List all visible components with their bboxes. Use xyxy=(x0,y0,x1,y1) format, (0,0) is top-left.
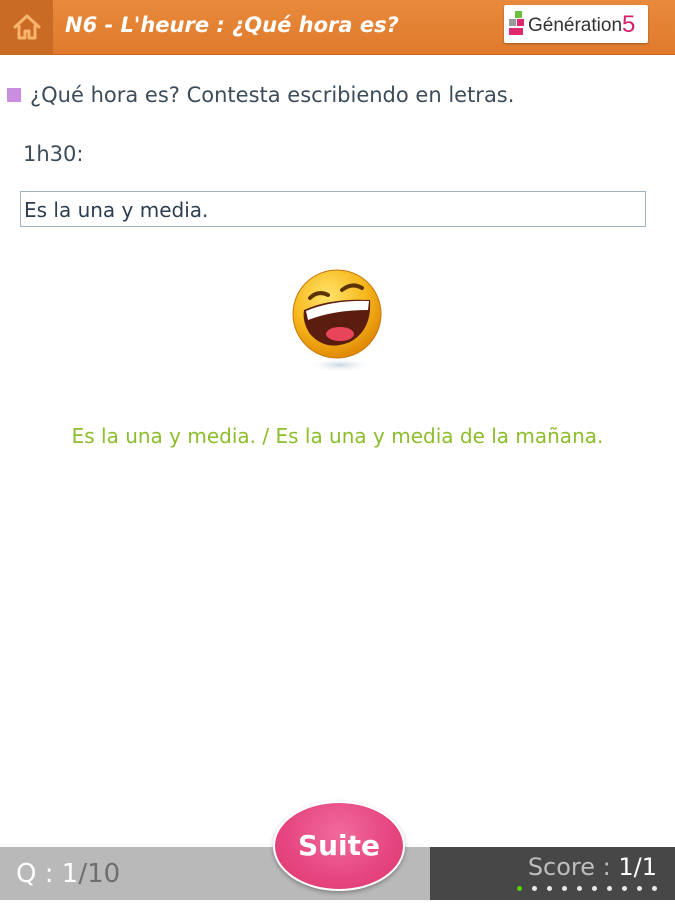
home-button[interactable] xyxy=(0,0,53,54)
suite-button[interactable]: Suite xyxy=(273,801,405,891)
progress-dot xyxy=(532,886,537,891)
progress-dot xyxy=(547,886,552,891)
generation5-logo: Génération5 xyxy=(504,5,648,43)
score-display: Score : 1/1 xyxy=(527,853,657,881)
progress-dot xyxy=(517,886,522,891)
correction-text: Es la una y media. / Es la una y media d… xyxy=(71,424,604,448)
app-header: N6 - L'heure : ¿Qué hora es? Génération5 xyxy=(0,0,675,55)
progress-dot xyxy=(607,886,612,891)
footer-score: Score : 1/1 xyxy=(430,847,675,900)
progress-dot xyxy=(562,886,567,891)
progress-dot xyxy=(637,886,642,891)
logo-squares xyxy=(509,11,529,37)
progress-dot xyxy=(592,886,597,891)
logo-text: Génération5 xyxy=(528,11,636,38)
progress-dots xyxy=(507,886,657,892)
page-title: N6 - L'heure : ¿Qué hora es? xyxy=(65,13,399,37)
progress-dot xyxy=(577,886,582,891)
home-icon xyxy=(13,14,41,40)
question-counter: Q : 1/10 xyxy=(16,859,121,889)
laughing-smiley-icon xyxy=(290,268,386,376)
progress-dot xyxy=(652,886,657,891)
answer-value: Es la una y media. xyxy=(24,198,209,222)
question-prompt: 1h30: xyxy=(23,142,84,166)
progress-dot xyxy=(622,886,627,891)
question-instruction: ¿Qué hora es? Contesta escribiendo en le… xyxy=(30,83,515,107)
answer-input[interactable]: Es la una y media. xyxy=(20,191,646,227)
question-bullet xyxy=(7,88,21,102)
